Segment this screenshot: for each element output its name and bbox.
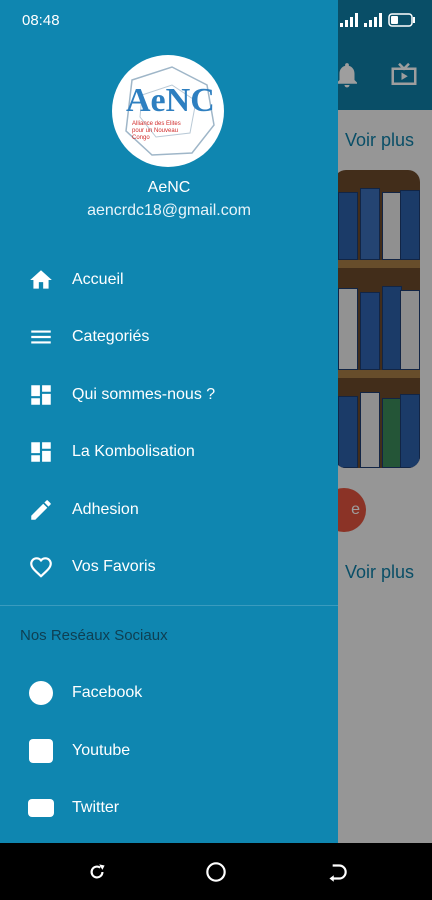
svg-text:AeNC: AeNC — [126, 82, 215, 119]
menu-item-qui-sommes-nous[interactable]: Qui sommes-nous ? — [0, 367, 338, 423]
menu-item-categories[interactable]: Categoriés — [0, 309, 338, 365]
svg-text:Congo: Congo — [132, 135, 150, 141]
social-item-twitter[interactable]: Twitter — [0, 780, 338, 836]
social-item-facebook[interactable]: Facebook — [0, 665, 338, 721]
logo-map-icon: AeNC Alliance des Elites pour un Nouveau… — [125, 66, 215, 156]
menu-item-accueil[interactable]: Accueil — [0, 252, 338, 308]
menu-icon — [28, 324, 54, 350]
menu-item-la-kombolisation[interactable]: La Kombolisation — [0, 424, 338, 480]
system-nav-bar — [0, 843, 432, 900]
social-item-label: Twitter — [72, 799, 120, 816]
drawer-divider — [0, 605, 338, 606]
recent-apps-icon[interactable] — [84, 859, 110, 885]
battery-icon — [388, 13, 415, 27]
social-item-label: Facebook — [72, 684, 143, 701]
menu-item-label: Accueil — [72, 271, 124, 288]
menu-item-label: Categoriés — [72, 328, 150, 345]
svg-text:Alliance des Elites: Alliance des Elites — [132, 121, 181, 127]
signal-icon — [340, 13, 358, 27]
dashboard-icon — [28, 382, 54, 408]
social-item-label: Youtube — [72, 742, 131, 759]
logo: AeNC Alliance des Elites pour un Nouveau… — [112, 55, 224, 167]
social-section-title: Nos Reséaux Sociaux — [20, 627, 168, 644]
twitter-icon — [28, 795, 54, 821]
back-icon[interactable] — [324, 859, 350, 885]
status-icons — [340, 13, 416, 27]
dashboard-icon — [28, 439, 54, 465]
menu-item-adhesion[interactable]: Adhesion — [0, 482, 338, 538]
drawer-user-name: AeNC — [147, 179, 191, 196]
social-item-youtube[interactable]: Youtube — [0, 723, 338, 779]
signal-icon — [364, 13, 382, 27]
drawer-user-email: aencrdc18@gmail.com — [87, 202, 251, 219]
status-time: 08:48 — [22, 12, 60, 29]
facebook-icon — [28, 680, 54, 706]
home-icon — [28, 267, 54, 293]
svg-text:pour un Nouveau: pour un Nouveau — [132, 128, 178, 134]
pencil-icon — [28, 497, 54, 523]
menu-item-vos-favoris[interactable]: Vos Favoris — [0, 539, 338, 595]
navigation-drawer: AeNC Alliance des Elites pour un Nouveau… — [0, 0, 338, 843]
heart-icon — [28, 554, 54, 580]
menu-item-label: La Kombolisation — [72, 443, 195, 460]
status-bar: 08:48 — [0, 0, 432, 42]
menu-item-label: Adhesion — [72, 501, 139, 518]
youtube-icon — [28, 738, 54, 764]
menu-item-label: Qui sommes-nous ? — [72, 386, 216, 403]
menu-item-label: Vos Favoris — [72, 558, 156, 575]
home-button-icon[interactable] — [203, 859, 229, 885]
